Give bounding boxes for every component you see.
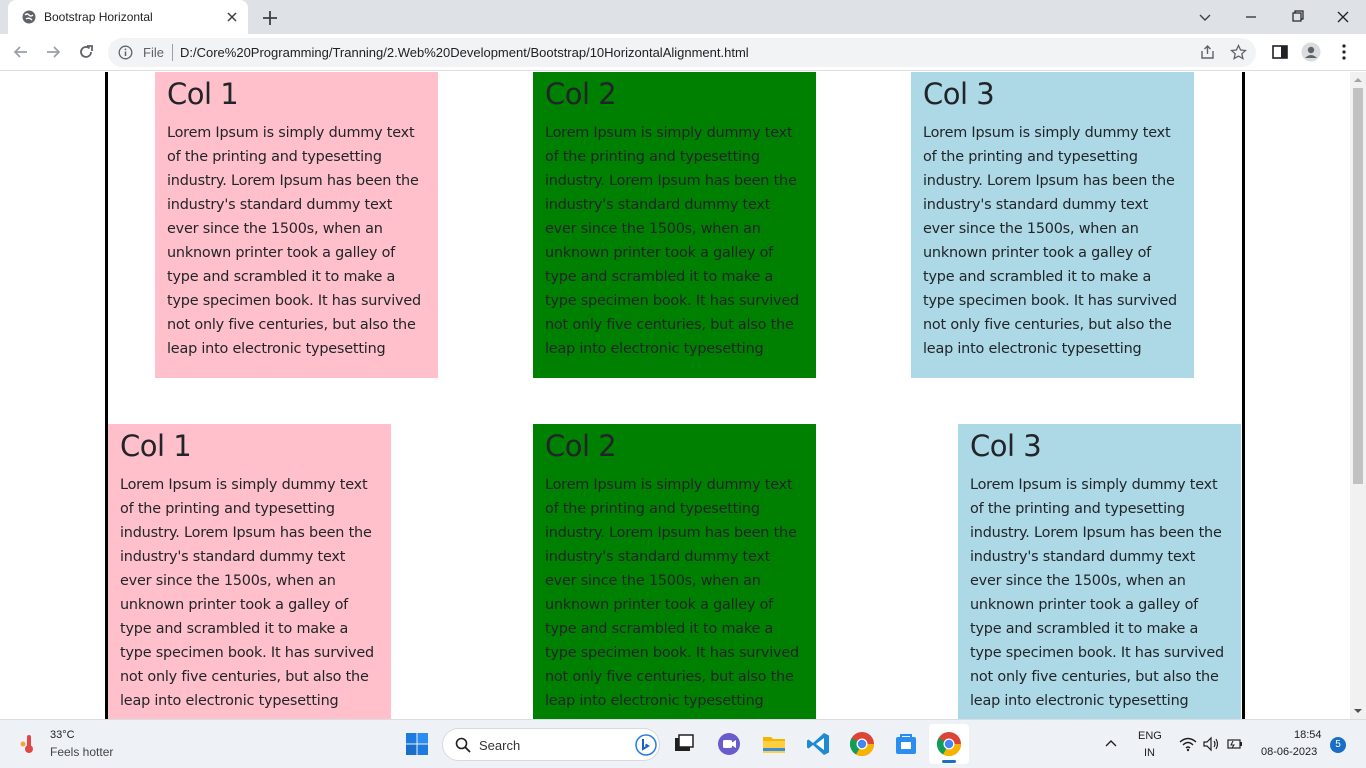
taskbar-search-placeholder: Search (479, 738, 521, 753)
scheme-label: File (143, 45, 164, 60)
menu-icon[interactable] (1334, 42, 1354, 62)
profile-icon[interactable] (1301, 42, 1321, 62)
bing-icon[interactable] (635, 734, 657, 756)
taskbar-search-box[interactable]: Search (442, 728, 660, 761)
active-app-highlight[interactable] (929, 724, 969, 764)
close-icon[interactable] (224, 9, 240, 25)
chevron-up-icon[interactable] (1103, 736, 1119, 752)
browser-tab[interactable]: Bootstrap Horizontal (8, 0, 248, 34)
col-text: Lorem Ipsum is simply dummy text of the … (120, 477, 374, 709)
col-heading: Col 3 (923, 77, 995, 111)
row2-col2: Col 2 Lorem Ipsum is simply dummy text o… (533, 424, 816, 719)
col-text: Lorem Ipsum is simply dummy text of the … (970, 477, 1224, 709)
scroll-up-arrow-icon[interactable] (1354, 76, 1362, 84)
share-icon[interactable] (1199, 44, 1216, 61)
notification-badge[interactable]: 5 (1330, 737, 1346, 753)
reload-icon[interactable] (76, 42, 96, 62)
vs-code-icon[interactable] (804, 730, 832, 758)
search-icon (455, 737, 471, 753)
tab-title: Bootstrap Horizontal (44, 10, 153, 24)
col-text: Lorem Ipsum is simply dummy text of the … (545, 477, 799, 709)
plus-icon[interactable] (260, 8, 280, 28)
windows-start-icon[interactable] (405, 732, 429, 756)
scroll-down-arrow-icon[interactable] (1354, 707, 1362, 715)
windows-taskbar: 33°C Feels hotter Search ENG IN 18:54 08… (0, 719, 1366, 768)
url-text[interactable]: D:/Core%20Programming/Tranning/2.Web%20D… (180, 45, 749, 60)
col-heading: Col 2 (545, 77, 617, 111)
language-indicator[interactable]: ENG (1138, 730, 1162, 742)
active-indicator (942, 760, 956, 763)
browser-toolbar: File D:/Core%20Programming/Tranning/2.We… (0, 34, 1366, 71)
info-icon[interactable] (118, 45, 133, 60)
globe-icon (22, 10, 36, 24)
col-heading: Col 3 (970, 429, 1042, 463)
teams-chat-icon[interactable] (715, 730, 743, 758)
clock-date[interactable]: 08-06-2023 (1261, 746, 1317, 758)
store-app-icon[interactable] (892, 730, 920, 758)
chrome-icon[interactable] (848, 730, 876, 758)
file-explorer-icon[interactable] (760, 730, 788, 758)
col-heading: Col 1 (120, 429, 192, 463)
col-heading: Col 1 (167, 77, 239, 111)
language-region[interactable]: IN (1144, 747, 1155, 759)
row1-col3: Col 3 Lorem Ipsum is simply dummy text o… (911, 72, 1194, 378)
side-panel-icon[interactable] (1270, 42, 1290, 62)
weather-description[interactable]: Feels hotter (50, 745, 113, 759)
address-bar[interactable]: File D:/Core%20Programming/Tranning/2.We… (108, 38, 1256, 67)
star-icon[interactable] (1230, 44, 1247, 61)
row1-col1: Col 1 Lorem Ipsum is simply dummy text o… (155, 72, 438, 378)
page-scrollbar[interactable] (1350, 72, 1366, 719)
row2-col1: Col 1 Lorem Ipsum is simply dummy text o… (108, 424, 391, 719)
wifi-icon[interactable] (1179, 736, 1197, 752)
maximize-icon[interactable] (1286, 6, 1308, 28)
row2-col3: Col 3 Lorem Ipsum is simply dummy text o… (958, 424, 1241, 719)
bordered-container: Col 1 Lorem Ipsum is simply dummy text o… (105, 72, 1245, 719)
task-view-icon[interactable] (670, 730, 698, 758)
weather-temperature[interactable]: 33°C (50, 729, 75, 741)
tab-strip: Bootstrap Horizontal (0, 0, 1366, 34)
col-text: Lorem Ipsum is simply dummy text of the … (923, 125, 1177, 357)
thermometer-icon[interactable] (18, 733, 40, 755)
battery-icon[interactable] (1226, 736, 1244, 752)
col-text: Lorem Ipsum is simply dummy text of the … (545, 125, 799, 357)
clock-time[interactable]: 18:54 (1294, 729, 1322, 741)
page-viewport: Col 1 Lorem Ipsum is simply dummy text o… (0, 72, 1350, 719)
minimize-icon[interactable] (1240, 6, 1262, 28)
volume-icon[interactable] (1202, 736, 1220, 752)
scroll-thumb[interactable] (1353, 88, 1363, 484)
omnibox-divider (172, 44, 173, 61)
col-text: Lorem Ipsum is simply dummy text of the … (167, 125, 421, 357)
forward-icon[interactable] (43, 42, 63, 62)
chrome-icon[interactable] (935, 730, 963, 758)
back-icon[interactable] (11, 42, 31, 62)
close-icon[interactable] (1332, 6, 1354, 28)
chevron-down-icon[interactable] (1194, 6, 1216, 28)
row1-col2: Col 2 Lorem Ipsum is simply dummy text o… (533, 72, 816, 378)
col-heading: Col 2 (545, 429, 617, 463)
